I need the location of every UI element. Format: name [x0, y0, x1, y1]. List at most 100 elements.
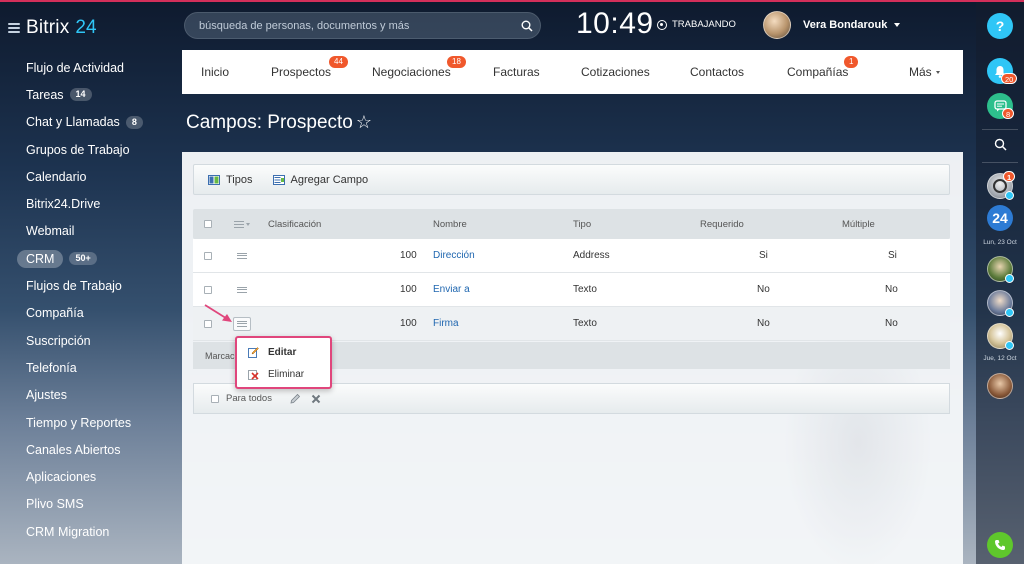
table-row[interactable]: 100 Enviar a Texto No No	[193, 273, 950, 307]
row-name-link[interactable]: Enviar a	[433, 273, 470, 306]
delete-menu-item[interactable]: Eliminar	[237, 363, 330, 385]
for-all-checkbox[interactable]	[211, 394, 219, 403]
column-header-requerido[interactable]: Requerido	[700, 209, 744, 239]
tab-badge: 18	[447, 56, 466, 68]
tab-contactos[interactable]: Contactos	[690, 50, 744, 94]
tab-mas[interactable]: Más	[909, 50, 940, 94]
avatar[interactable]	[987, 256, 1014, 283]
tab-badge: 44	[329, 56, 348, 68]
work-status[interactable]: TRABAJANDO	[657, 19, 736, 30]
tab-cotizaciones[interactable]: Cotizaciones	[581, 50, 650, 94]
edit-menu-item[interactable]: Editar	[237, 341, 330, 363]
sidebar-item-flujos-de-trabajo[interactable]: Flujos de Trabajo	[0, 272, 182, 299]
search-bar[interactable]	[184, 12, 541, 39]
column-header-nombre[interactable]: Nombre	[433, 209, 467, 239]
divider	[982, 129, 1018, 130]
row-sort: 100	[400, 318, 417, 329]
row-menu-icon[interactable]	[237, 239, 247, 272]
left-sidebar: Bitrix 24 Flujo de Actividad Tareas 14 Chat…	[0, 2, 182, 564]
divider	[982, 162, 1018, 163]
avatar[interactable]	[987, 373, 1013, 399]
row-required: Si	[759, 250, 768, 261]
tab-label: Prospectos	[271, 65, 332, 79]
sidebar-item-suscripci-n[interactable]: Suscripción	[0, 327, 182, 354]
row-checkbox[interactable]	[204, 273, 212, 306]
tab-inicio[interactable]: Inicio	[201, 50, 229, 94]
tab-label: Más	[909, 65, 932, 79]
table-row[interactable]: 100 Dirección Address Si Si	[193, 239, 950, 273]
sidebar-item-label: Suscripción	[26, 333, 91, 348]
sidebar-item-label: Grupos de Trabajo	[26, 142, 130, 157]
clock[interactable]: 10:49	[576, 7, 654, 41]
tab-prospectos[interactable]: Prospectos 44	[271, 50, 348, 94]
sidebar-item-plivo-sms[interactable]: Plivo SMS	[0, 491, 182, 518]
grid-header: Clasificación Nombre Tipo Requerido Múlt…	[193, 209, 950, 239]
logo-number: 24	[75, 17, 97, 38]
sidebar-item-tiempo-y-reportes[interactable]: Tiempo y Reportes	[0, 409, 182, 436]
column-header-multiple[interactable]: Múltiple	[842, 209, 875, 239]
sidebar-item-ajustes[interactable]: Ajustes	[0, 382, 182, 409]
sidebar-item-canales-abiertos[interactable]: Canales Abiertos	[0, 436, 182, 463]
sidebar-item-calendario[interactable]: Calendario	[0, 163, 182, 190]
avatar[interactable]: 1	[987, 171, 1016, 200]
avatar[interactable]	[987, 290, 1014, 317]
row-menu-icon[interactable]	[237, 273, 247, 306]
page-title: Campos: Prospecto ☆	[186, 112, 372, 134]
record-icon	[657, 19, 667, 30]
sidebar-item-aplicaciones[interactable]: Aplicaciones	[0, 463, 182, 490]
star-icon[interactable]: ☆	[356, 112, 372, 132]
avatar[interactable]	[763, 11, 791, 39]
column-settings-icon[interactable]	[234, 209, 250, 239]
tab-label: Contactos	[690, 65, 745, 79]
sidebar-item-crm-migration[interactable]: CRM Migration	[0, 518, 182, 545]
logo[interactable]: Bitrix 24	[8, 16, 97, 40]
types-button[interactable]: Tipos	[208, 174, 253, 186]
add-field-button[interactable]: Agregar Campo	[272, 174, 368, 186]
user-menu[interactable]: Vera Bondarouk	[763, 11, 901, 39]
row-multiple: No	[885, 318, 898, 329]
sidebar-item-tareas[interactable]: Tareas 14	[0, 81, 182, 108]
search-icon[interactable]	[514, 20, 540, 32]
add-field-icon	[272, 174, 285, 185]
notification-bell-icon[interactable]: 20	[987, 58, 1018, 84]
edit-icon	[248, 346, 259, 358]
tab-negociaciones[interactable]: Negociaciones 18	[372, 50, 466, 94]
bitrix24-chat-icon[interactable]: 24	[987, 205, 1013, 231]
tab-facturas[interactable]: Facturas	[493, 50, 540, 94]
column-header-tipo[interactable]: Tipo	[573, 209, 591, 239]
row-checkbox[interactable]	[204, 239, 212, 272]
pencil-icon[interactable]	[289, 393, 301, 405]
row-name-link[interactable]: Dirección	[433, 239, 475, 272]
sidebar-item-label: Canales Abiertos	[26, 442, 121, 457]
sidebar-item-webmail[interactable]: Webmail	[0, 218, 182, 245]
user-name[interactable]: Vera Bondarouk	[803, 19, 887, 31]
row-name-link[interactable]: Firma	[433, 307, 459, 340]
row-multiple: Si	[888, 250, 897, 261]
sidebar-item-crm[interactable]: CRM 50+	[0, 245, 182, 272]
sidebar-item-telefon-a[interactable]: Telefonía	[0, 354, 182, 381]
chevron-down-icon[interactable]	[894, 23, 901, 27]
online-status-dot	[1005, 341, 1014, 350]
chat-icon[interactable]: 8	[987, 93, 1015, 119]
page-title-text: Campos: Prospecto	[186, 112, 353, 133]
sidebar-item-chat-y-llamadas[interactable]: Chat y Llamadas 8	[0, 109, 182, 136]
menu-icon[interactable]	[8, 23, 20, 33]
sidebar-item-bitrix24-drive[interactable]: Bitrix24.Drive	[0, 190, 182, 217]
avatar[interactable]	[987, 323, 1014, 350]
selected-count: Marcac	[205, 350, 235, 361]
sidebar-item-compa-a[interactable]: Compañía	[0, 300, 182, 327]
search-icon[interactable]	[987, 131, 1013, 157]
tab-companias[interactable]: Compañías 1	[787, 50, 859, 94]
help-icon[interactable]: ?	[987, 13, 1013, 39]
column-header-clasificacion[interactable]: Clasificación	[268, 209, 321, 239]
sidebar-counter-badge: 50+	[69, 252, 97, 266]
select-all-checkbox[interactable]	[204, 209, 212, 239]
phone-icon[interactable]	[987, 532, 1013, 558]
sidebar-item-flujo-de-actividad[interactable]: Flujo de Actividad	[0, 54, 182, 81]
search-input[interactable]	[199, 19, 514, 32]
sidebar-item-label: CRM	[17, 249, 64, 268]
sidebar-item-label: Tareas	[26, 87, 64, 102]
for-all-label[interactable]: Para todos	[226, 393, 272, 404]
close-icon[interactable]	[311, 394, 321, 404]
sidebar-item-grupos-de-trabajo[interactable]: Grupos de Trabajo	[0, 136, 182, 163]
